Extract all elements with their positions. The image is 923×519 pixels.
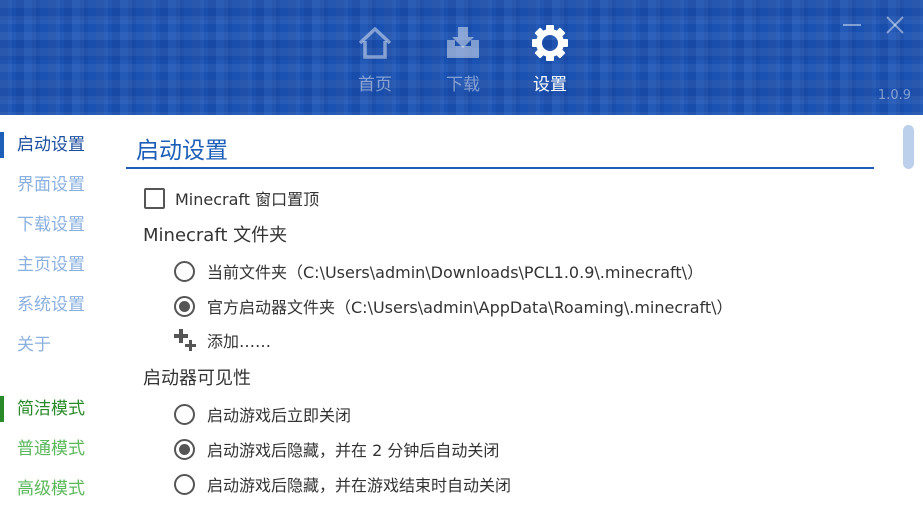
radio-label: 当前文件夹（C:\Users\admin\Downloads\PCL1.0.9\… (207, 263, 704, 282)
tab-download[interactable]: 下载 (433, 24, 493, 95)
radio-label: 启动游戏后隐藏，并在 2 分钟后自动关闭 (207, 441, 500, 460)
folder-group-label: Minecraft 文件夹 (143, 225, 288, 246)
scrollbar-thumb[interactable] (903, 125, 914, 169)
add-folder-button[interactable]: 添加…… (173, 328, 271, 352)
folder-option-current[interactable]: 当前文件夹（C:\Users\admin\Downloads\PCL1.0.9\… (174, 259, 703, 283)
minimize-icon[interactable] (839, 12, 865, 38)
active-indicator (0, 132, 4, 158)
active-indicator (0, 396, 4, 422)
radio-button[interactable] (174, 295, 195, 317)
visibility-option-hide-2min[interactable]: 启动游戏后隐藏，并在 2 分钟后自动关闭 (174, 437, 499, 461)
radio-label: 官方启动器文件夹（C:\Users\admin\AppData\Roaming\… (207, 298, 733, 317)
radio-button[interactable] (174, 260, 195, 282)
gear-icon (532, 25, 568, 61)
radio-label: 启动游戏后隐藏，并在游戏结束时自动关闭 (207, 476, 512, 495)
sidebar-item-about[interactable]: 关于 (0, 328, 110, 362)
visibility-option-hide-until-exit[interactable]: 启动游戏后隐藏，并在游戏结束时自动关闭 (174, 472, 511, 496)
download-tray-icon (447, 27, 479, 58)
version-label: 1.0.9 (877, 88, 911, 103)
sidebar-item-label: 界面设置 (17, 175, 85, 195)
sidebar-item-download-settings[interactable]: 下载设置 (0, 208, 110, 242)
tab-home-label: 首页 (358, 75, 392, 95)
tab-home[interactable]: 首页 (345, 24, 405, 95)
sidebar-item-label: 系统设置 (17, 295, 85, 315)
title-divider (126, 167, 874, 169)
checkbox-box[interactable] (144, 187, 165, 209)
window-topmost-checkbox[interactable]: Minecraft 窗口置顶 (144, 186, 319, 210)
visibility-option-close[interactable]: 启动游戏后立即关闭 (174, 402, 351, 426)
sidebar-item-label: 高级模式 (17, 479, 85, 499)
folder-option-official[interactable]: 官方启动器文件夹（C:\Users\admin\AppData\Roaming\… (174, 294, 733, 318)
tab-settings[interactable]: 设置 (520, 24, 580, 95)
checkbox-label: Minecraft 窗口置顶 (175, 190, 320, 209)
radio-button[interactable] (174, 438, 195, 460)
sidebar-item-launch-settings[interactable]: 启动设置 (0, 128, 110, 162)
visibility-group-label: 启动器可见性 (143, 368, 251, 389)
header-bar: 首页 下载 设置 1.0.9 (0, 0, 923, 115)
tab-download-label: 下载 (446, 75, 480, 95)
page-title: 启动设置 (136, 138, 228, 164)
home-icon (358, 27, 392, 59)
sidebar-item-label: 简洁模式 (17, 399, 85, 419)
sidebar-item-label: 关于 (17, 335, 51, 355)
sidebar-item-label: 普通模式 (17, 439, 85, 459)
sidebar-item-label: 主页设置 (17, 255, 85, 275)
sidebar-item-label: 启动设置 (17, 135, 85, 155)
sidebar-item-simple-mode[interactable]: 简洁模式 (0, 392, 110, 426)
radio-button[interactable] (174, 473, 195, 495)
sidebar-item-system-settings[interactable]: 系统设置 (0, 288, 110, 322)
sidebar-item-ui-settings[interactable]: 界面设置 (0, 168, 110, 202)
radio-button[interactable] (174, 403, 195, 425)
sidebar-item-homepage-settings[interactable]: 主页设置 (0, 248, 110, 282)
settings-panel: 启动设置 Minecraft 窗口置顶 Minecraft 文件夹 当前文件夹（… (110, 115, 923, 519)
tab-settings-label: 设置 (533, 75, 567, 95)
radio-label: 启动游戏后立即关闭 (207, 406, 352, 425)
add-plus-icon (174, 329, 196, 351)
sidebar: 启动设置 界面设置 下载设置 主页设置 系统设置 关于 简洁模式 普通模式 高级… (0, 115, 110, 519)
sidebar-item-label: 下载设置 (17, 215, 85, 235)
sidebar-item-advanced-mode[interactable]: 高级模式 (0, 472, 110, 506)
close-icon[interactable] (882, 12, 908, 38)
sidebar-item-normal-mode[interactable]: 普通模式 (0, 432, 110, 466)
add-folder-label: 添加…… (207, 332, 272, 351)
